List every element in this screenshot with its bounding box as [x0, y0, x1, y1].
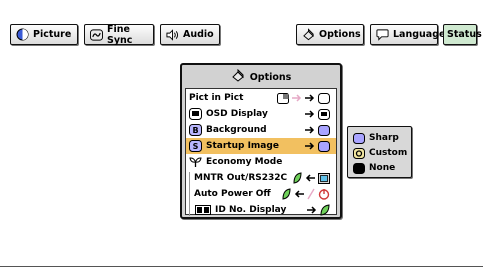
slash-icon — [307, 188, 315, 200]
osd-icon — [189, 108, 202, 121]
menu-item-id-no-display[interactable]: ID No. Display — [192, 202, 336, 218]
monitor-icon — [318, 172, 330, 184]
menu-item-auto-power-off[interactable]: Auto Power Off — [192, 186, 336, 202]
tab-audio-label: Audio — [183, 29, 214, 40]
arrow-left-icon — [305, 174, 315, 182]
osd-screen-icon — [318, 108, 330, 120]
background-icon: B — [189, 124, 202, 137]
projector-osd-screen: Picture Fine Sync Audio Options Language… — [0, 0, 483, 267]
arrow-left-icon — [294, 190, 304, 198]
blank-screen-icon — [318, 92, 330, 104]
menu-item-pict-in-pict[interactable]: Pict in Pict — [186, 90, 336, 106]
blue-screen-icon — [318, 140, 330, 152]
sprout-icon — [189, 156, 202, 169]
menu-item-label: Startup Image — [206, 141, 279, 151]
option-sharp[interactable]: Sharp — [353, 131, 399, 145]
options-list: Pict in Pict OSD Display B Background S … — [185, 88, 337, 218]
pict-in-pict-indicator — [277, 91, 330, 105]
menu-item-label: ID No. Display — [215, 205, 287, 215]
blue-screen-icon — [318, 124, 330, 136]
option-label: Custom — [369, 148, 408, 158]
tab-language[interactable]: Language — [370, 24, 445, 45]
menu-title-label: Options — [249, 71, 292, 83]
speech-bubble-icon — [376, 28, 389, 41]
tab-audio[interactable]: Audio — [160, 24, 220, 45]
menu-item-background[interactable]: B Background — [186, 122, 336, 138]
option-none[interactable]: None — [353, 161, 395, 175]
arrow-right-icon — [305, 94, 315, 102]
background-indicator — [305, 123, 330, 137]
startup-icon: S — [189, 140, 202, 153]
option-custom[interactable]: Custom — [353, 146, 407, 160]
options-menu: Options Pict in Pict OSD Display B Backg… — [180, 63, 342, 219]
option-label: None — [369, 163, 396, 173]
id-display-icon — [195, 204, 211, 217]
power-icon — [318, 189, 330, 200]
blue-screen-icon — [353, 132, 365, 144]
menu-item-label: Pict in Pict — [189, 93, 244, 103]
id-display-indicator — [307, 203, 330, 217]
tab-status-label: Status — [447, 29, 482, 40]
menu-item-economy-mode[interactable]: Economy Mode — [186, 154, 336, 170]
menu-item-osd-display[interactable]: OSD Display — [186, 106, 336, 122]
tab-fine-sync[interactable]: Fine Sync — [84, 23, 154, 46]
leaf-icon — [293, 172, 302, 184]
fine-sync-icon — [90, 28, 103, 41]
leaf-icon — [320, 204, 330, 216]
startup-indicator — [305, 139, 330, 153]
startup-image-submenu: Sharp Custom None — [347, 126, 412, 178]
tab-fine-sync-label: Fine Sync — [107, 23, 133, 46]
svg-text:B: B — [192, 126, 198, 135]
menu-title: Options — [182, 68, 340, 85]
option-label: Sharp — [369, 133, 399, 143]
auto-power-off-indicator — [282, 187, 330, 201]
tab-picture-label: Picture — [33, 29, 72, 40]
picture-icon — [16, 28, 29, 41]
menu-item-label: OSD Display — [206, 109, 268, 119]
menu-item-label: MNTR Out/RS232C — [194, 173, 288, 183]
tab-options-label: Options — [319, 29, 361, 40]
osd-indicator — [305, 107, 330, 121]
submenu-divider — [189, 172, 190, 216]
black-screen-icon — [353, 162, 365, 174]
mntr-out-indicator — [293, 171, 330, 185]
arrow-right-icon — [305, 142, 315, 150]
menu-item-label: Economy Mode — [206, 157, 283, 167]
tab-picture[interactable]: Picture — [10, 24, 78, 45]
speaker-icon — [166, 28, 179, 41]
pip-screen-icon — [277, 92, 289, 104]
leaf-icon — [282, 188, 291, 200]
arrow-right-icon — [305, 110, 315, 118]
menu-item-label: Auto Power Off — [194, 189, 271, 199]
tab-options[interactable]: Options — [296, 24, 364, 45]
menu-item-label: Background — [206, 125, 267, 135]
menu-item-mntr-out[interactable]: MNTR Out/RS232C — [192, 170, 336, 186]
arrow-right-icon — [292, 94, 302, 102]
tab-language-label: Language — [393, 29, 446, 40]
menu-item-startup-image[interactable]: S Startup Image — [186, 138, 336, 154]
options-icon — [302, 28, 315, 41]
custom-image-icon — [353, 147, 365, 159]
arrow-right-icon — [307, 206, 317, 214]
arrow-right-icon — [305, 126, 315, 134]
tab-status[interactable]: Status — [443, 24, 482, 45]
options-icon — [231, 68, 245, 85]
svg-text:S: S — [193, 142, 199, 151]
